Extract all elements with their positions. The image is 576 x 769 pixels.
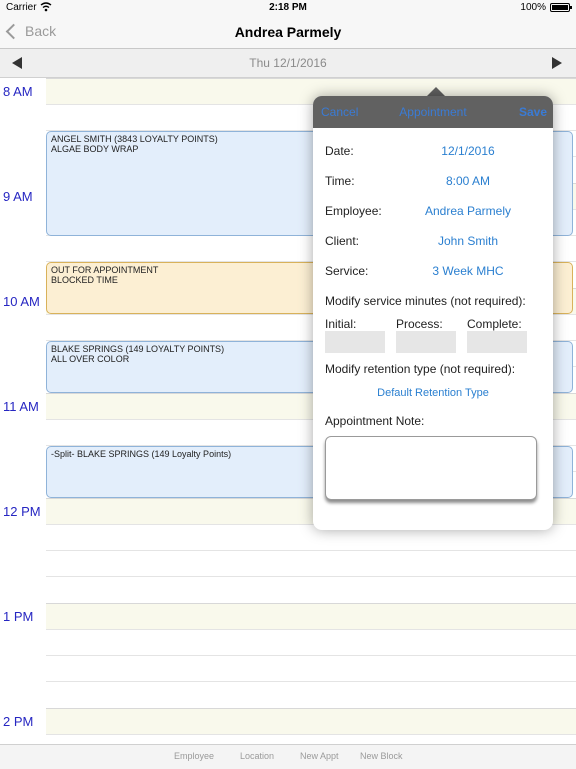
grid-line (46, 681, 576, 682)
client-row: Client: John Smith (325, 234, 545, 250)
popover-header: Cancel Appointment Save (313, 96, 553, 128)
current-date: Thu 12/1/2016 (249, 56, 327, 70)
time-row: Time: 8:00 AM (325, 174, 545, 190)
hour-label-11am: 11 AM (3, 399, 39, 414)
hour-label-8am: 8 AM (3, 84, 33, 99)
service-label: Service: (325, 264, 369, 278)
save-button[interactable]: Save (519, 105, 547, 119)
grid-line (46, 603, 576, 604)
appointment-note-label: Appointment Note: (325, 414, 425, 428)
employee-button[interactable]: Employee (174, 751, 214, 761)
new-appt-button[interactable]: New Appt (300, 751, 339, 761)
hour-label-2pm: 2 PM (3, 714, 34, 729)
employee-value[interactable]: Andrea Parmely (391, 204, 545, 218)
modify-minutes-label: Modify service minutes (not required): (325, 294, 526, 308)
battery-icon (550, 3, 572, 12)
grid-line (46, 576, 576, 577)
grid-line (46, 78, 576, 79)
employee-label: Employee: (325, 204, 382, 218)
time-value[interactable]: 8:00 AM (391, 174, 545, 188)
battery-percent: 100% (520, 2, 546, 13)
date-navigator: Thu 12/1/2016 (0, 49, 576, 78)
hour-label-1pm: 1 PM (3, 609, 34, 624)
hour-label-12pm: 12 PM (3, 504, 41, 519)
time-band (46, 603, 576, 629)
initial-minutes-input[interactable] (325, 331, 385, 353)
grid-line (46, 734, 576, 735)
process-label: Process: (396, 317, 443, 331)
grid-line (46, 655, 576, 656)
bottom-toolbar: Employee Location New Appt New Block (0, 744, 576, 769)
service-value[interactable]: 3 Week MHC (391, 264, 545, 278)
process-minutes-input[interactable] (396, 331, 456, 353)
time-band (46, 708, 576, 734)
new-block-button[interactable]: New Block (360, 751, 403, 761)
status-bar: Carrier 2:18 PM 100% (0, 0, 576, 16)
next-day-icon[interactable] (552, 57, 562, 69)
initial-label: Initial: (325, 317, 357, 331)
date-value[interactable]: 12/1/2016 (391, 144, 545, 158)
complete-label: Complete: (467, 317, 522, 331)
grid-line (46, 629, 576, 630)
employee-row: Employee: Andrea Parmely (325, 204, 545, 220)
location-button[interactable]: Location (240, 751, 274, 761)
time-label: Time: (325, 174, 355, 188)
client-label: Client: (325, 234, 360, 248)
grid-line (46, 550, 576, 551)
appointment-popover: Cancel Appointment Save Date: 12/1/2016 … (313, 96, 553, 530)
service-row: Service: 3 Week MHC (325, 264, 545, 280)
date-row: Date: 12/1/2016 (325, 144, 545, 160)
hour-label-10am: 10 AM (3, 294, 40, 309)
popover-title: Appointment (399, 105, 467, 119)
appointment-note-input[interactable] (325, 436, 537, 500)
complete-minutes-input[interactable] (467, 331, 527, 353)
page-title: Andrea Parmely (234, 24, 342, 40)
modify-retention-label: Modify retention type (not required): (325, 362, 516, 376)
clock: 2:18 PM (269, 2, 307, 13)
grid-line (46, 708, 576, 709)
retention-type-selector[interactable]: Default Retention Type (313, 387, 553, 399)
popover-arrow (427, 87, 445, 96)
date-label: Date: (325, 144, 354, 158)
client-value[interactable]: John Smith (391, 234, 545, 248)
hour-label-9am: 9 AM (3, 189, 33, 204)
navigation-bar: Back Andrea Parmely (0, 16, 576, 49)
